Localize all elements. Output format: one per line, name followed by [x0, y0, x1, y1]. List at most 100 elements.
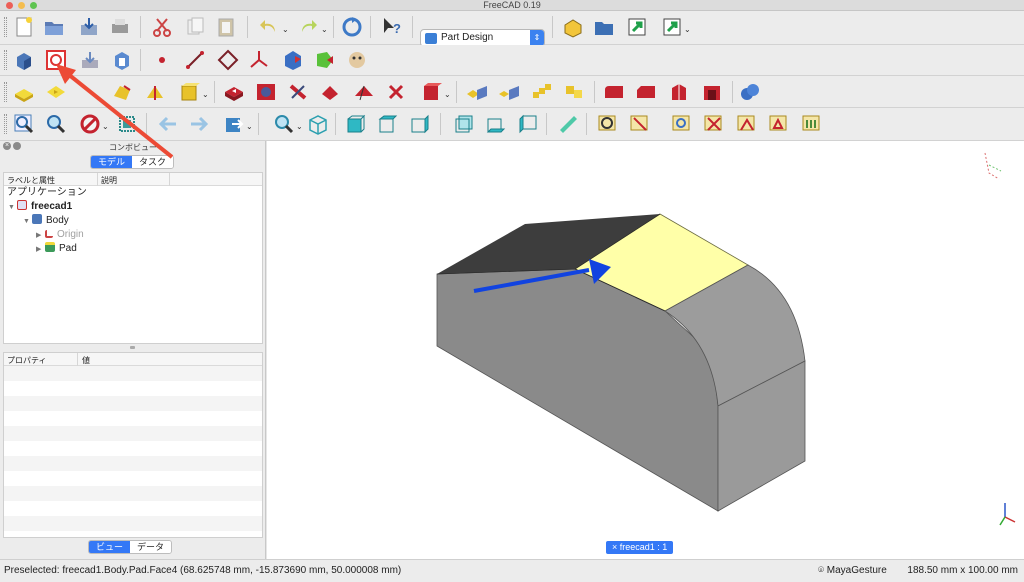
navigation-style[interactable]: ⌾ MayaGesture	[818, 565, 887, 576]
expand-right-icon[interactable]: ▶	[36, 243, 45, 256]
measure-toggle-delta-icon[interactable]	[767, 112, 791, 136]
forward-icon[interactable]	[187, 112, 211, 136]
fit-all-icon[interactable]	[12, 112, 36, 136]
refresh-icon[interactable]	[340, 15, 364, 39]
tab-data[interactable]: データ	[130, 541, 172, 553]
expand-down-icon[interactable]: ▼	[23, 215, 32, 228]
fit-selection-icon[interactable]	[44, 112, 68, 136]
measure-angular-icon[interactable]	[628, 112, 652, 136]
new-document-icon[interactable]	[12, 15, 36, 39]
draw-style-icon[interactable]	[78, 112, 102, 136]
tab-tasks[interactable]: タスク	[132, 156, 174, 168]
datum-line-icon[interactable]	[183, 48, 207, 72]
tree-column-description[interactable]: 説明	[101, 175, 117, 186]
measure-all-icon[interactable]	[800, 112, 824, 136]
fillet-icon[interactable]	[602, 80, 626, 104]
document-tab-freecad1[interactable]: × freecad1 : 1	[606, 541, 674, 554]
datum-point-icon[interactable]	[150, 48, 174, 72]
3d-view[interactable]: × freecad1 : 1	[267, 141, 1024, 559]
open-document-icon[interactable]	[42, 15, 66, 39]
toolbar-grip[interactable]	[4, 82, 7, 102]
bottom-view-icon[interactable]	[484, 112, 508, 136]
draft-icon[interactable]	[667, 80, 691, 104]
paste-icon[interactable]	[214, 15, 238, 39]
part-icon[interactable]	[561, 15, 585, 39]
copy-icon[interactable]	[183, 15, 207, 39]
redo-icon[interactable]	[296, 15, 320, 39]
local-coordinate-system-icon[interactable]	[247, 48, 271, 72]
save-document-icon[interactable]	[77, 15, 101, 39]
property-column-name[interactable]: プロパティ	[7, 355, 47, 366]
validate-sketch-icon[interactable]	[78, 48, 102, 72]
undo-dropdown[interactable]: ⌄	[282, 25, 289, 34]
pad-icon[interactable]	[12, 80, 36, 104]
toolbar-grip[interactable]	[4, 114, 7, 134]
create-body-icon[interactable]	[12, 48, 36, 72]
link-icon[interactable]	[625, 15, 649, 39]
create-sketch-icon[interactable]	[44, 48, 68, 72]
toolbar-grip[interactable]	[4, 17, 7, 37]
chamfer-icon[interactable]	[634, 80, 658, 104]
subtractive-loft-icon[interactable]	[318, 80, 342, 104]
groove-icon[interactable]	[143, 80, 167, 104]
sync-view-icon[interactable]	[222, 112, 246, 136]
tree-column-labels[interactable]: ラベルと属性	[7, 175, 55, 186]
revolution-icon[interactable]	[110, 80, 134, 104]
right-view-icon[interactable]	[408, 112, 432, 136]
shape-binder-icon[interactable]	[281, 48, 305, 72]
subtractive-primitive-icon[interactable]	[420, 80, 444, 104]
whats-this-icon[interactable]: ?	[380, 15, 404, 39]
tree-item-origin[interactable]: ▶ Origin	[36, 228, 84, 241]
subshape-binder-icon[interactable]	[313, 48, 337, 72]
subtractive-primitive-dropdown[interactable]: ⌄	[444, 90, 451, 99]
tree-item-freecad1[interactable]: ▼ freecad1	[8, 200, 72, 213]
back-icon[interactable]	[156, 112, 180, 136]
link-actions-icon[interactable]	[660, 15, 684, 39]
measure-toggle-3d-icon[interactable]	[735, 112, 759, 136]
print-icon[interactable]	[108, 15, 132, 39]
measure-refresh-icon[interactable]	[670, 112, 694, 136]
measure-distance-icon[interactable]	[556, 112, 580, 136]
clone-icon[interactable]	[110, 48, 134, 72]
link-actions-dropdown[interactable]: ⌄	[684, 25, 691, 34]
multitransform-icon[interactable]	[562, 80, 586, 104]
std-view-box-zoom-icon[interactable]	[272, 112, 296, 136]
toolbar-grip[interactable]	[4, 50, 7, 70]
zoom-dropdown[interactable]: ⌄	[296, 122, 303, 131]
undo-icon[interactable]	[257, 15, 281, 39]
datum-plane-icon[interactable]	[216, 48, 240, 72]
subtractive-pocket-icon[interactable]	[222, 80, 246, 104]
hole-icon[interactable]	[254, 80, 278, 104]
left-view-icon[interactable]	[516, 112, 540, 136]
additive-primitive-icon[interactable]	[178, 80, 202, 104]
front-view-icon[interactable]	[344, 112, 368, 136]
cut-icon[interactable]	[150, 15, 174, 39]
tab-model[interactable]: モデル	[91, 156, 133, 168]
redo-dropdown[interactable]: ⌄	[321, 25, 328, 34]
rear-view-icon[interactable]	[452, 112, 476, 136]
sprocket-icon[interactable]	[345, 48, 369, 72]
additive-primitive-dropdown[interactable]: ⌄	[202, 90, 209, 99]
navigation-cube-icon[interactable]	[984, 152, 1002, 180]
measure-linear-icon[interactable]	[596, 112, 620, 136]
sync-view-dropdown[interactable]: ⌄	[246, 122, 253, 131]
subtractive-helix-icon[interactable]	[384, 80, 408, 104]
measure-clear-icon[interactable]	[702, 112, 726, 136]
polar-pattern-icon[interactable]	[530, 80, 554, 104]
subtractive-groove-icon[interactable]	[286, 80, 310, 104]
linear-pattern-icon[interactable]	[497, 80, 521, 104]
group-icon[interactable]	[592, 15, 616, 39]
draw-style-dropdown[interactable]: ⌄	[102, 122, 109, 131]
expand-down-icon[interactable]: ▼	[8, 201, 17, 214]
tab-view[interactable]: ビュー	[89, 541, 131, 553]
boolean-icon[interactable]	[738, 80, 762, 104]
top-view-icon[interactable]	[376, 112, 400, 136]
property-column-value[interactable]: 値	[82, 355, 90, 366]
panel-splitter[interactable]	[130, 346, 135, 349]
subtractive-pipe-icon[interactable]	[352, 80, 376, 104]
isometric-view-icon[interactable]	[306, 112, 330, 136]
tree-item-body[interactable]: ▼ Body	[23, 214, 69, 227]
tree-item-pad[interactable]: ▶ Pad	[36, 242, 77, 255]
mirrored-icon[interactable]	[465, 80, 489, 104]
pocket-icon[interactable]	[44, 80, 68, 104]
